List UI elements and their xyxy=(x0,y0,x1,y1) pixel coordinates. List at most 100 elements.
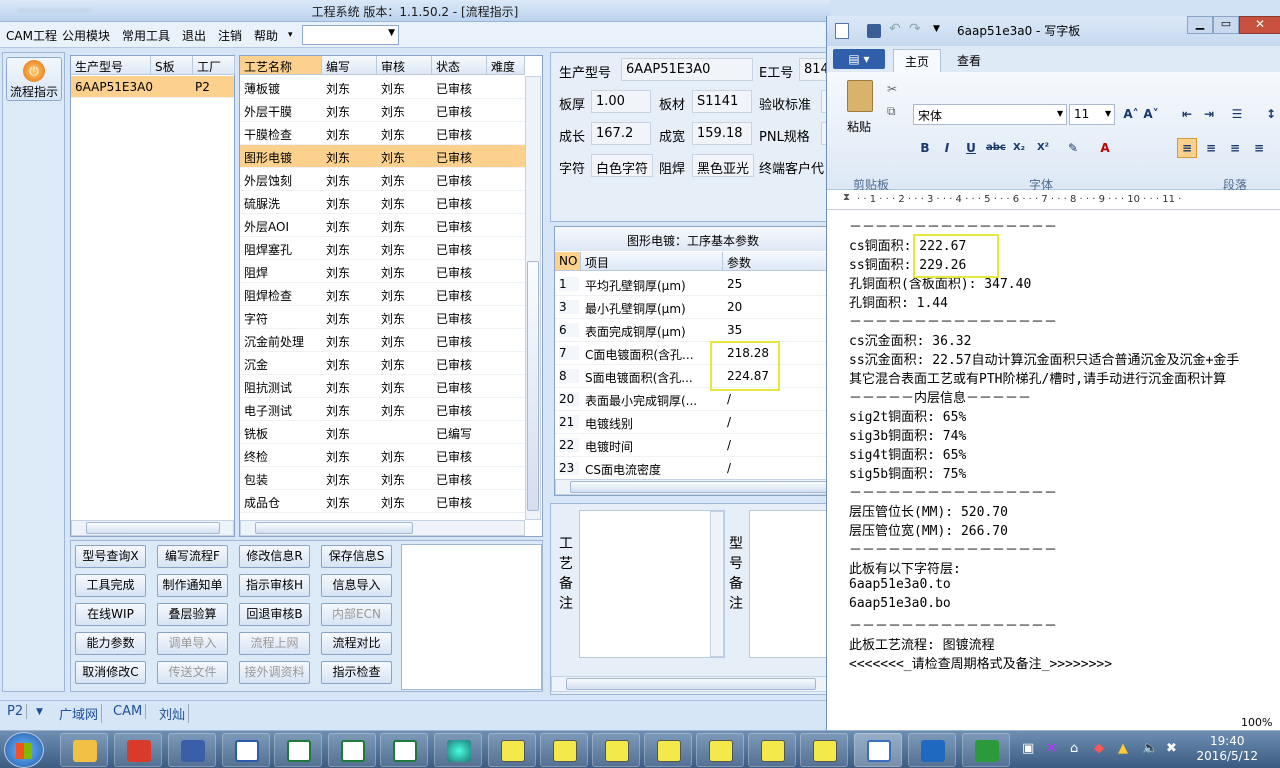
tray-app-icon[interactable]: ◆ xyxy=(1094,741,1104,756)
action-button[interactable]: 调单导入 xyxy=(157,632,228,655)
table-row[interactable]: 图形电镀 刘东 刘东 已审核 xyxy=(240,145,525,168)
col-header-process-name[interactable]: 工艺名称 xyxy=(240,56,322,75)
table-row[interactable]: 外层干膜 刘东 刘东 已审核 xyxy=(240,99,525,122)
subscript-icon[interactable]: X₂ xyxy=(1009,138,1029,158)
taskbar-app-excel1[interactable] xyxy=(274,733,322,767)
menu-common-modules[interactable]: 公用模块 xyxy=(62,27,110,44)
col-header-factory[interactable]: 工厂 xyxy=(193,56,235,75)
bold-icon[interactable]: B xyxy=(915,138,935,158)
taskbar-app-x4[interactable] xyxy=(644,733,692,767)
strikethrough-icon[interactable]: abc xyxy=(985,138,1006,158)
table-row[interactable]: 沉金 刘东 刘东 已审核 xyxy=(240,352,525,375)
status-factory[interactable]: P2 xyxy=(4,704,28,719)
col-header-param[interactable]: 参数 xyxy=(723,252,829,271)
col-header-reviewer[interactable]: 审核 xyxy=(377,56,432,75)
col-header-item[interactable]: 项目 xyxy=(581,252,723,271)
process-note-textarea[interactable] xyxy=(579,510,725,658)
font-name-select[interactable]: 宋体 xyxy=(913,104,1067,125)
action-button[interactable]: 信息导入 xyxy=(321,574,392,597)
scroll-thumb[interactable] xyxy=(566,678,816,690)
col-header-no[interactable]: NO xyxy=(555,252,581,271)
finish-width-field[interactable]: 159.18 xyxy=(692,122,752,145)
flow-indicator-button[interactable]: ⏻ 流程指示 xyxy=(6,57,62,101)
list-icon[interactable]: ☰ xyxy=(1227,104,1247,124)
maximize-icon[interactable]: ▭ xyxy=(1213,16,1239,34)
taskbar-app-shell[interactable] xyxy=(60,733,108,767)
action-button[interactable]: 指示检查 xyxy=(321,661,392,684)
menu-cam[interactable]: CAM工程 xyxy=(6,27,57,44)
indent-marker-icon[interactable]: ⧗ xyxy=(843,192,850,203)
taskbar-app-f[interactable] xyxy=(908,733,956,767)
taskbar-app-x3[interactable] xyxy=(592,733,640,767)
table-row[interactable]: 23 CS面电流密度 / xyxy=(555,457,829,480)
taskbar-app-x5[interactable] xyxy=(696,733,744,767)
decrease-indent-icon[interactable]: ⇤ xyxy=(1177,104,1197,124)
scroll-thumb[interactable] xyxy=(527,261,539,511)
action-button[interactable]: 制作通知单 xyxy=(157,574,228,597)
clock[interactable]: 19:40 2016/5/12 xyxy=(1196,734,1258,764)
chevron-down-icon[interactable]: ▼ xyxy=(36,707,43,717)
col-header-product[interactable]: 生产型号 xyxy=(71,56,151,75)
solder-mask-field[interactable]: 黑色亚光 xyxy=(692,154,754,177)
table-row[interactable]: 阻焊塞孔 刘东 刘东 已审核 xyxy=(240,237,525,260)
action-button[interactable]: 内部ECN xyxy=(321,603,392,626)
superscript-icon[interactable]: X² xyxy=(1033,138,1053,158)
horizontal-scrollbar[interactable] xyxy=(551,676,829,692)
taskbar-app-x6[interactable] xyxy=(748,733,796,767)
col-header-difficulty[interactable]: 难度 xyxy=(487,56,525,75)
menu-exit[interactable]: 退出 xyxy=(182,27,206,44)
align-left-icon[interactable]: ≡ xyxy=(1177,138,1197,158)
align-right-icon[interactable]: ≡ xyxy=(1225,138,1245,158)
table-row[interactable]: 6 表面完成铜厚(μm) 35 xyxy=(555,319,829,342)
action-button[interactable]: 接外调资料 xyxy=(239,661,310,684)
table-row[interactable]: 沉金前处理 刘东 刘东 已审核 xyxy=(240,329,525,352)
underline-icon[interactable]: U xyxy=(961,138,981,158)
action-button[interactable]: 流程对比 xyxy=(321,632,392,655)
menu-combo-box[interactable]: ▼ xyxy=(302,25,399,45)
table-row[interactable]: 阻焊 刘东 刘东 已审核 xyxy=(240,260,525,283)
save-icon[interactable] xyxy=(867,24,881,38)
help-dropdown-icon[interactable]: ▾ xyxy=(288,30,293,40)
undo-icon[interactable]: ↶ xyxy=(889,21,901,37)
network-icon[interactable]: ✖ xyxy=(1166,741,1177,756)
thickness-field[interactable]: 1.00 xyxy=(591,90,651,113)
action-button[interactable]: 叠层验算 xyxy=(157,603,228,626)
taskbar-app-x7[interactable] xyxy=(800,733,848,767)
increase-indent-icon[interactable]: ⇥ xyxy=(1199,104,1219,124)
scroll-thumb[interactable] xyxy=(86,522,220,534)
tray-device-icon[interactable]: ⌂ xyxy=(1070,741,1078,756)
menu-help[interactable]: 帮助 xyxy=(254,27,278,44)
model-note-textarea[interactable] xyxy=(749,510,831,658)
align-center-icon[interactable]: ≡ xyxy=(1201,138,1221,158)
taskbar-app-x1[interactable] xyxy=(488,733,536,767)
table-row[interactable]: 7 C面电镀面积(含孔... 218.28 xyxy=(555,342,829,365)
line-spacing-icon[interactable]: ↕ xyxy=(1261,104,1280,124)
taskbar-app-disk[interactable] xyxy=(168,733,216,767)
table-row[interactable]: 21 电镀线别 / xyxy=(555,411,829,434)
vertical-scrollbar[interactable] xyxy=(710,511,724,657)
cut-icon[interactable]: ✂ xyxy=(887,82,897,96)
action-button[interactable]: 取消修改C xyxy=(75,661,146,684)
table-row[interactable]: 字符 刘东 刘东 已审核 xyxy=(240,306,525,329)
table-row[interactable]: 包装 刘东 刘东 已审核 xyxy=(240,467,525,490)
horizontal-scrollbar[interactable] xyxy=(71,520,234,536)
highlight-color-icon[interactable]: ✎ xyxy=(1063,138,1083,158)
italic-icon[interactable]: I xyxy=(937,138,957,158)
table-row[interactable]: 6AAP51E3A0 P2 xyxy=(71,76,234,98)
tray-user-icon[interactable]: ▣ xyxy=(1022,741,1034,756)
taskbar-app-eye[interactable] xyxy=(434,733,482,767)
table-row[interactable]: 阻焊检查 刘东 刘东 已审核 xyxy=(240,283,525,306)
tray-flag-icon[interactable]: ▲ xyxy=(1118,741,1128,756)
table-row[interactable]: 1 平均孔壁铜厚(μm) 25 xyxy=(555,273,829,296)
start-button[interactable] xyxy=(4,732,44,768)
horizontal-scrollbar[interactable] xyxy=(555,479,850,495)
customize-toolbar-icon[interactable]: ▼ xyxy=(933,24,940,34)
tray-x-icon[interactable]: ✕ xyxy=(1046,741,1057,756)
action-button[interactable]: 保存信息S xyxy=(321,545,392,568)
action-button[interactable]: 流程上网 xyxy=(239,632,310,655)
tab-view[interactable]: 查看 xyxy=(957,52,981,69)
finish-length-field[interactable]: 167.2 xyxy=(591,122,651,145)
action-button[interactable]: 修改信息R xyxy=(239,545,310,568)
action-button[interactable]: 指示审核H xyxy=(239,574,310,597)
action-button[interactable]: 编写流程F xyxy=(157,545,228,568)
